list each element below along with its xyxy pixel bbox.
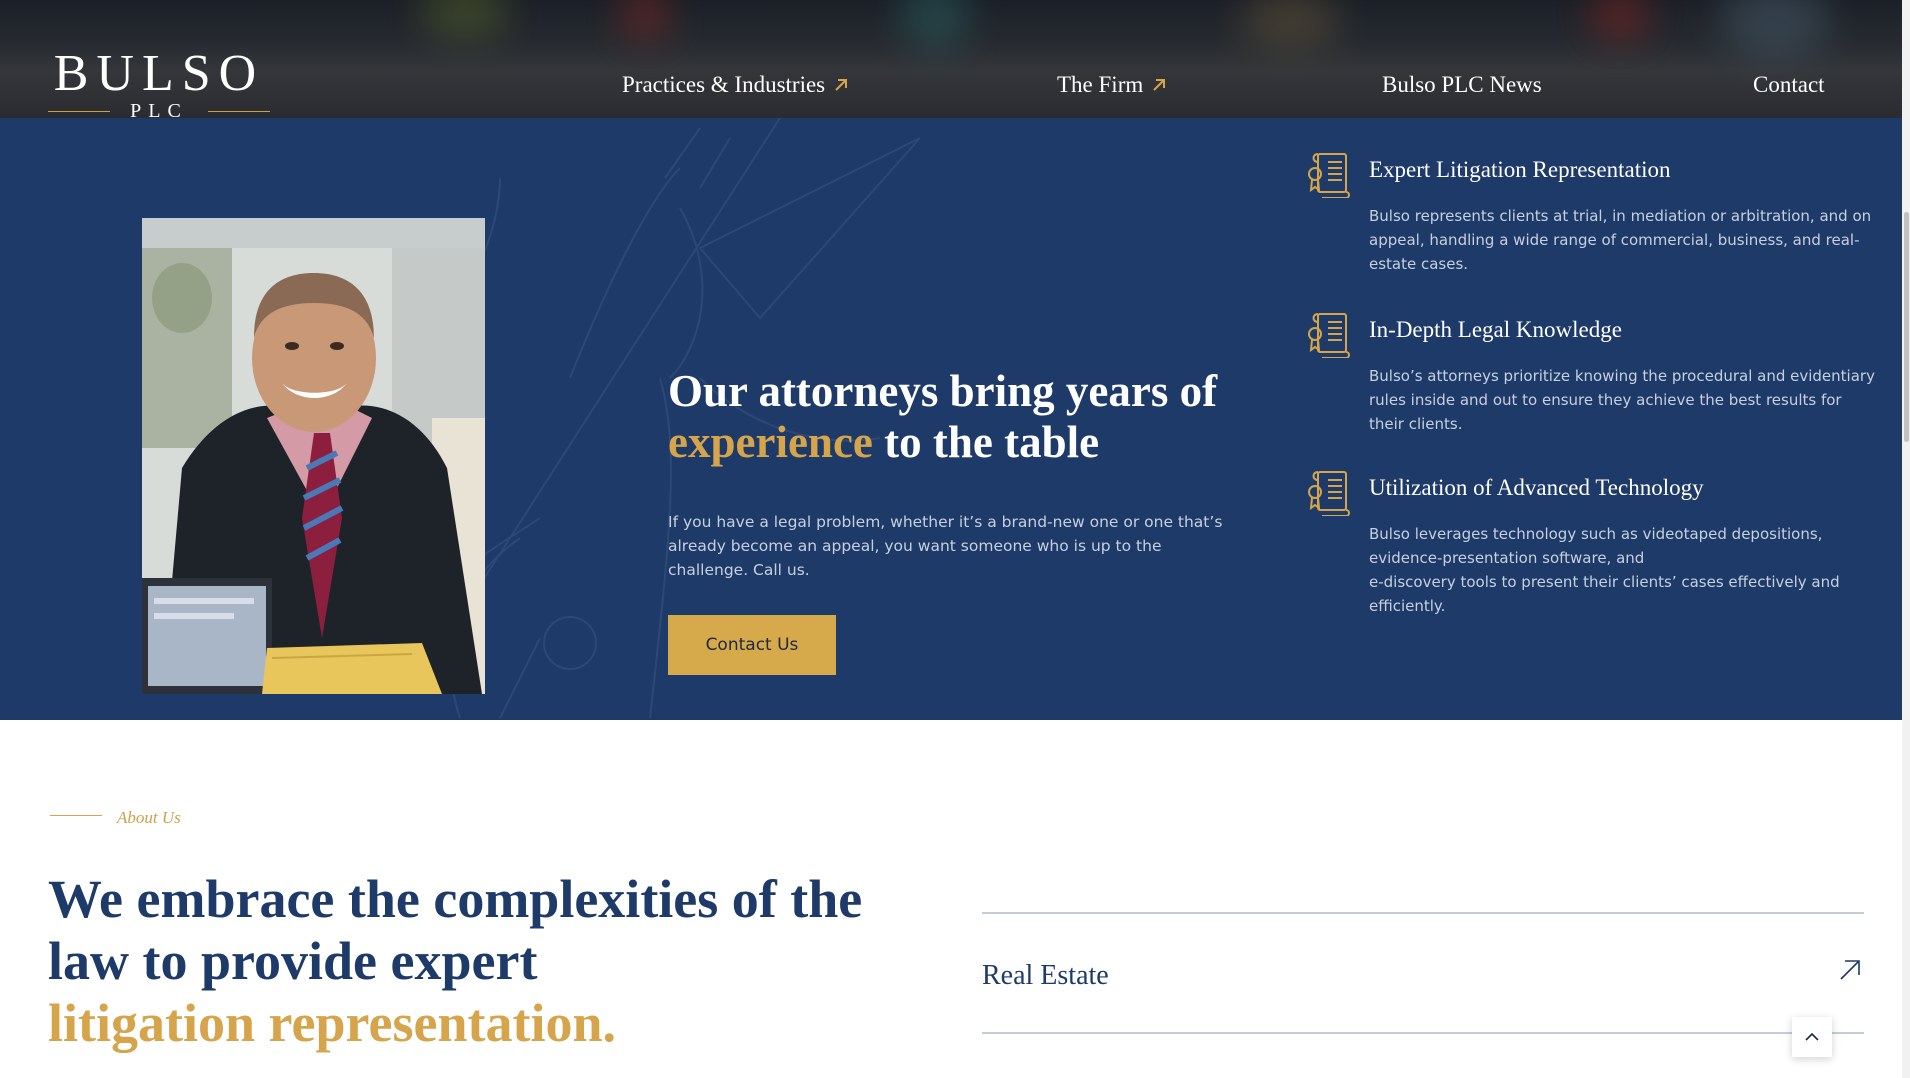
about-title: We embrace the complexities of the law t… (48, 868, 928, 1054)
practice-divider (982, 912, 1864, 914)
background-reflection (420, 0, 510, 40)
logo-subtitle: PLC (130, 100, 188, 118)
feature-title: Expert Litigation Representation (1369, 157, 1671, 182)
feature-text: Bulso’s attorneys prioritize knowing the… (1369, 367, 1875, 433)
about-title-highlight: litigation representation. (48, 993, 616, 1053)
main-nav: Practices & Industries The Firm Bulso PL… (0, 70, 1902, 100)
site-header: BULSO PLC Practices & Industries The Fir… (0, 0, 1902, 118)
hero-intro: If you have a legal problem, whether it’… (668, 513, 1223, 579)
practice-divider (982, 1032, 1864, 1034)
nav-label: Bulso PLC News (1382, 72, 1542, 97)
practice-real-estate[interactable]: Real Estate (982, 960, 1109, 992)
arrow-up-right-icon (835, 78, 848, 91)
feature-text-line: e-discovery tools to present their clien… (1369, 573, 1840, 615)
nav-label: Practices & Industries (622, 72, 826, 97)
page-scrollbar[interactable] (1902, 0, 1910, 1078)
attorney-portrait (142, 218, 485, 694)
feature-text: Bulso leverages technology such as video… (1369, 522, 1879, 618)
feature-title: Utilization of Advanced Technology (1369, 475, 1704, 500)
about-eyebrow: About Us (117, 808, 181, 827)
nav-label: Contact (1753, 72, 1825, 97)
background-reflection (1590, 0, 1650, 40)
about-title-line: law to provide expert (48, 931, 538, 991)
nav-the-firm[interactable]: The Firm (1057, 70, 1167, 100)
feature-text-line: evidence-presentation software, and (1369, 549, 1645, 567)
background-reflection (1240, 0, 1340, 50)
headline-part2: to the table (884, 417, 1100, 467)
nav-practices-industries[interactable]: Practices & Industries (622, 70, 849, 100)
chevron-up-icon (1805, 1032, 1819, 1041)
scroll-to-top-button[interactable] (1792, 1017, 1832, 1057)
background-reflection (620, 0, 670, 40)
hero-headline: Our attorneys bring years of experience … (668, 366, 1228, 468)
headline-part1: Our attorneys bring years of (668, 366, 1218, 416)
nav-news[interactable]: Bulso PLC News (1382, 70, 1542, 100)
feature-text-line: Bulso leverages technology such as video… (1369, 525, 1823, 543)
background-reflection (1720, 0, 1830, 60)
headline-highlight: experience (668, 417, 873, 467)
feature-text: Bulso represents clients at trial, in me… (1369, 207, 1872, 273)
experience-section: Our attorneys bring years of experience … (0, 118, 1902, 720)
eyebrow-rule (50, 815, 102, 816)
contact-us-button[interactable]: Contact Us (668, 615, 836, 675)
arrow-up-right-icon[interactable] (1838, 958, 1862, 982)
arrow-up-right-icon (1153, 78, 1166, 91)
about-title-line: We embrace the complexities of the (48, 869, 863, 929)
nav-contact[interactable]: Contact (1753, 70, 1825, 100)
nav-label: The Firm (1057, 72, 1144, 97)
feature-title: In-Depth Legal Knowledge (1369, 317, 1622, 342)
certificate-scroll-icon (1308, 313, 1350, 358)
certificate-scroll-icon (1308, 153, 1350, 198)
background-reflection (900, 0, 970, 50)
scrollbar-thumb[interactable] (1904, 212, 1909, 442)
certificate-scroll-icon (1308, 471, 1350, 516)
